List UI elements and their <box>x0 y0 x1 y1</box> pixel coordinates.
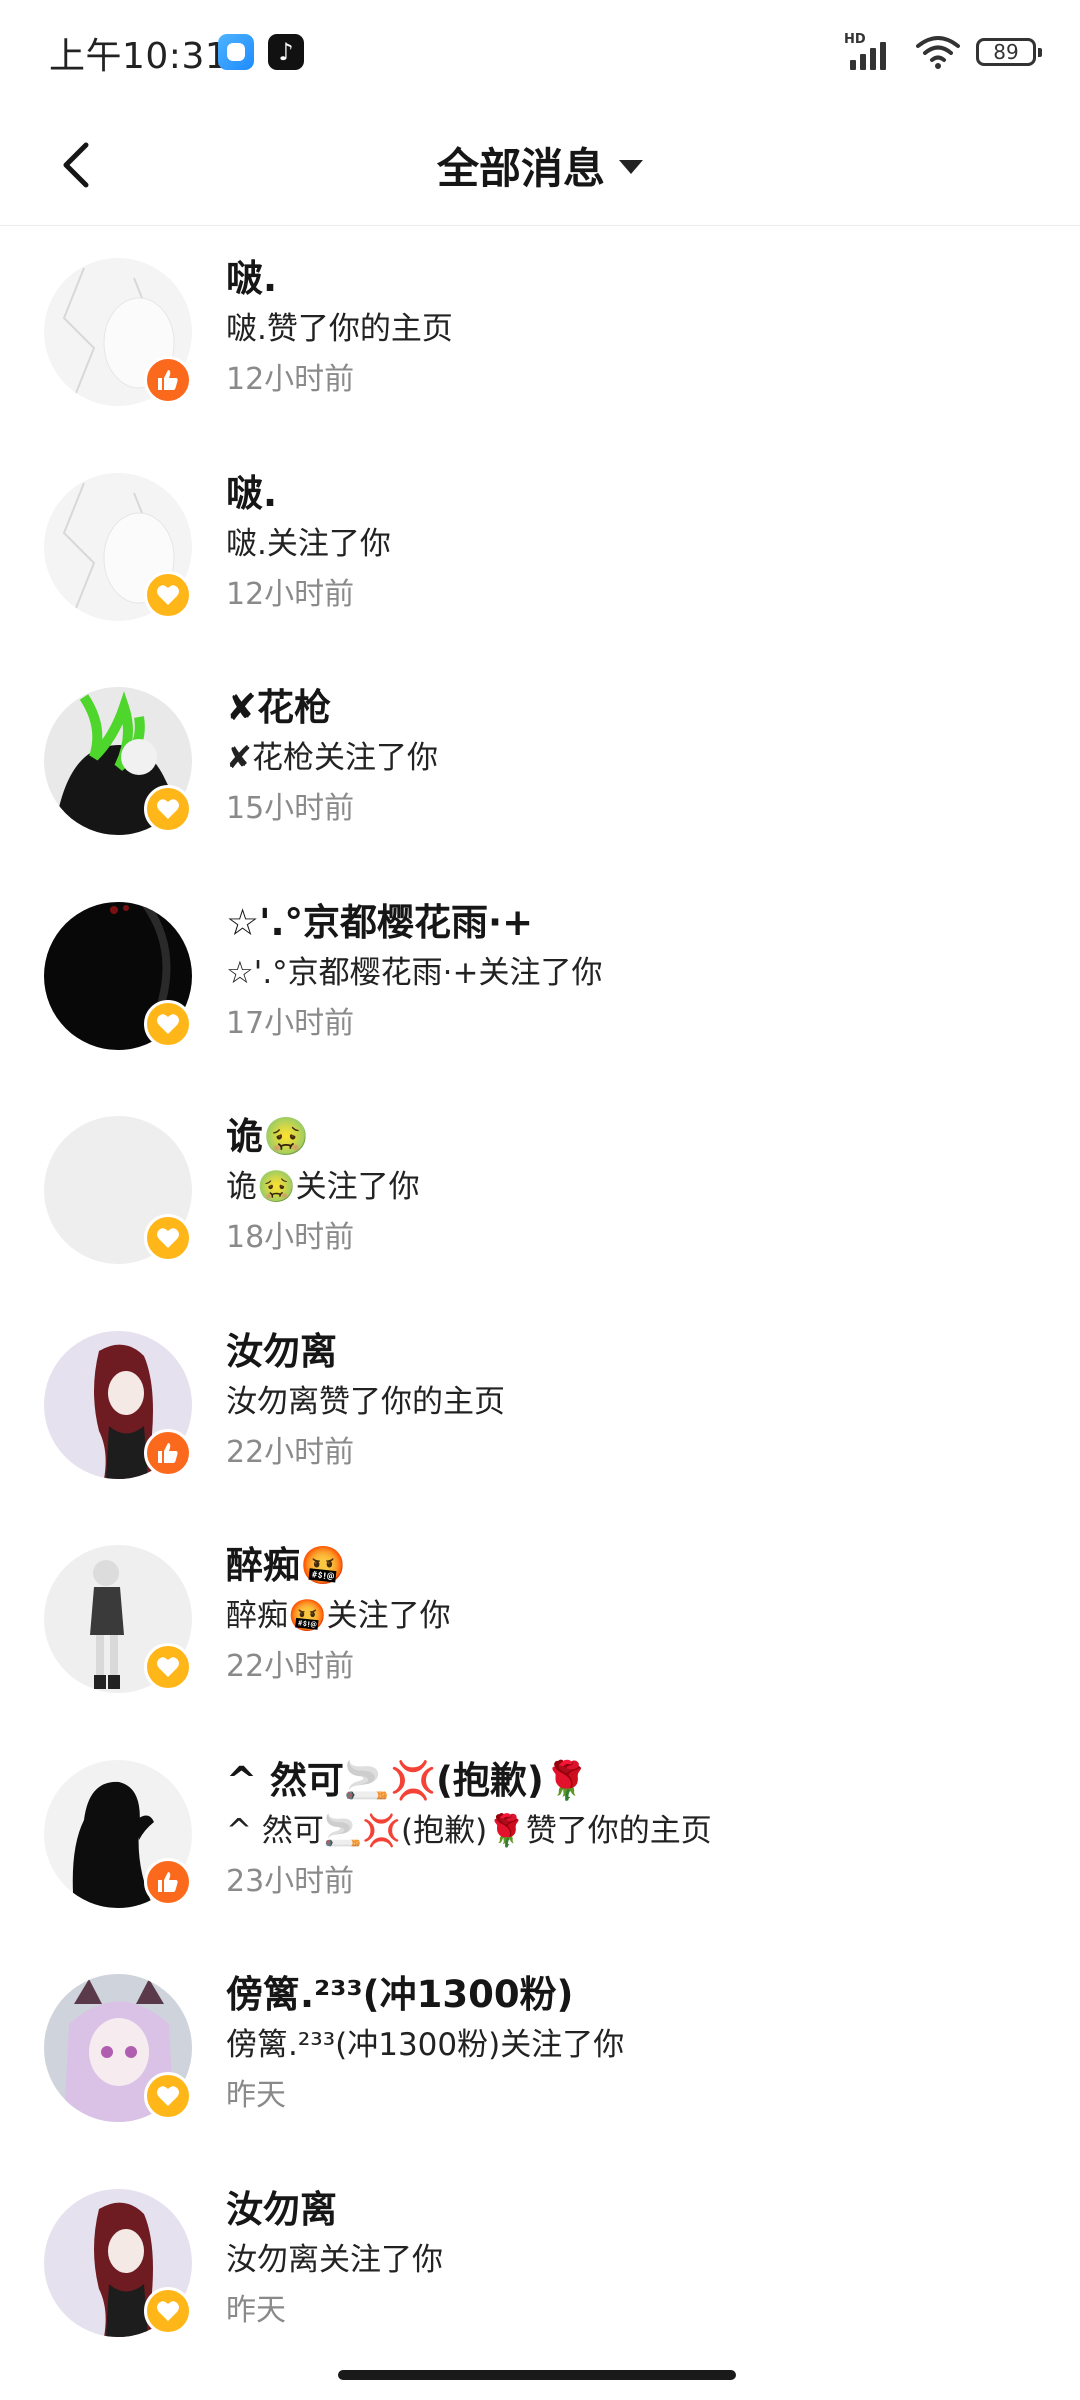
message-time: 17小时前 <box>226 1005 355 1041</box>
like-badge <box>144 1428 192 1477</box>
follow-badge <box>144 1643 192 1691</box>
thumbs-up-icon <box>158 1442 178 1463</box>
cellular-signal-icon: HD <box>844 32 900 72</box>
message-time: 12小时前 <box>226 362 355 397</box>
follow-badge <box>144 785 192 833</box>
page-header: 全部消息 <box>0 105 1080 226</box>
sender-name: ^ 然可🚬💢(抱歉)🌹 <box>226 1758 590 1802</box>
list-item[interactable]: 汝勿离 汝勿离关注了你 昨天 <box>0 2157 1080 2372</box>
message-time: 18小时前 <box>226 1220 355 1255</box>
sender-name: ✘花枪 <box>226 686 332 729</box>
like-badge <box>144 1857 192 1906</box>
message-time: 23小时前 <box>226 1863 355 1899</box>
follow-badge <box>144 999 192 1048</box>
sender-name: ☆'.°京都樱花雨·+ <box>226 900 534 944</box>
message-text: 诡🤢关注了你 <box>226 1169 420 1205</box>
follow-badge <box>144 2072 192 2120</box>
list-item[interactable]: 汝勿离 汝勿离赞了你的主页 22小时前 <box>0 1299 1080 1514</box>
message-time: 22小时前 <box>226 1649 355 1684</box>
list-item[interactable]: 啵. 啵.关注了你 12小时前 <box>0 441 1080 656</box>
heart-icon <box>157 1228 179 1248</box>
thumbs-up-icon <box>158 370 178 390</box>
tiktok-app-icon: ♪ <box>268 34 304 70</box>
heart-icon <box>157 1013 179 1034</box>
status-time: 上午10:31 <box>49 36 229 77</box>
heart-icon <box>157 2086 179 2106</box>
caret-down-icon <box>619 160 643 174</box>
sender-name: 汝勿离 <box>226 1329 337 1373</box>
follow-badge <box>144 2286 192 2335</box>
list-item[interactable]: ^ 然可🚬💢(抱歉)🌹 ^ 然可🚬💢(抱歉)🌹赞了你的主页 23小时前 <box>0 1728 1080 1943</box>
like-badge <box>144 356 192 404</box>
message-text: 汝勿离关注了你 <box>226 2241 443 2278</box>
message-text: 汝勿离赞了你的主页 <box>226 1383 505 1420</box>
home-indicator[interactable] <box>338 2370 736 2380</box>
list-item[interactable]: ✘花枪 ✘花枪关注了你 15小时前 <box>0 655 1080 870</box>
list-item[interactable]: 傍篱.²³³(冲1300粉) 傍篱.²³³(冲1300粉)关注了你 昨天 <box>0 1942 1080 2157</box>
follow-badge <box>144 1214 192 1262</box>
wifi-icon <box>916 36 960 69</box>
heart-icon <box>157 799 179 819</box>
message-time: 12小时前 <box>226 576 355 612</box>
battery-icon: 89 <box>976 38 1042 66</box>
sender-name: 啵. <box>226 257 278 300</box>
status-bar: 上午10:31 ♪ HD 89 <box>0 0 1080 105</box>
sender-name: 醉痴🤬 <box>226 1544 347 1587</box>
heart-icon <box>157 584 179 605</box>
message-time: 昨天 <box>226 2292 286 2328</box>
message-filter-dropdown[interactable]: 全部消息 <box>0 105 1080 225</box>
message-text: 啵.赞了你的主页 <box>226 311 453 347</box>
status-icons: HD 89 <box>844 30 1042 74</box>
heart-icon <box>157 1657 179 1677</box>
message-text: 傍篱.²³³(冲1300粉)关注了你 <box>226 2027 625 2063</box>
battery-level: 89 <box>993 40 1019 64</box>
page-title: 全部消息 <box>436 143 605 193</box>
message-time: 15小时前 <box>226 791 355 826</box>
message-text: ✘花枪关注了你 <box>226 740 438 776</box>
message-text: 醉痴🤬关注了你 <box>226 1598 451 1634</box>
message-text: ☆'.°京都樱花雨·+关注了你 <box>226 954 603 991</box>
message-text: ^ 然可🚬💢(抱歉)🌹赞了你的主页 <box>226 1812 712 1849</box>
list-item[interactable]: ☆'.°京都樱花雨·+ ☆'.°京都樱花雨·+关注了你 17小时前 <box>0 870 1080 1085</box>
message-text: 啵.关注了你 <box>226 525 391 562</box>
message-time: 昨天 <box>226 2078 286 2113</box>
follow-badge <box>144 570 192 619</box>
list-item[interactable]: 诡🤢 诡🤢关注了你 18小时前 <box>0 1084 1080 1299</box>
thumbs-up-icon <box>158 1871 178 1892</box>
message-time: 22小时前 <box>226 1434 355 1470</box>
message-app-icon <box>218 34 254 70</box>
sender-name: 诡🤢 <box>226 1115 310 1158</box>
sender-name: 啵. <box>226 471 278 515</box>
sender-name: 汝勿离 <box>226 2187 337 2231</box>
message-list: 啵. 啵.赞了你的主页 12小时前 啵. 啵.关注了你 12小时前 ✘花枪 ✘花… <box>0 226 1080 2371</box>
list-item[interactable]: 啵. 啵.赞了你的主页 12小时前 <box>0 226 1080 441</box>
list-item[interactable]: 醉痴🤬 醉痴🤬关注了你 22小时前 <box>0 1513 1080 1728</box>
sender-name: 傍篱.²³³(冲1300粉) <box>226 1973 574 2016</box>
heart-icon <box>157 2300 179 2321</box>
